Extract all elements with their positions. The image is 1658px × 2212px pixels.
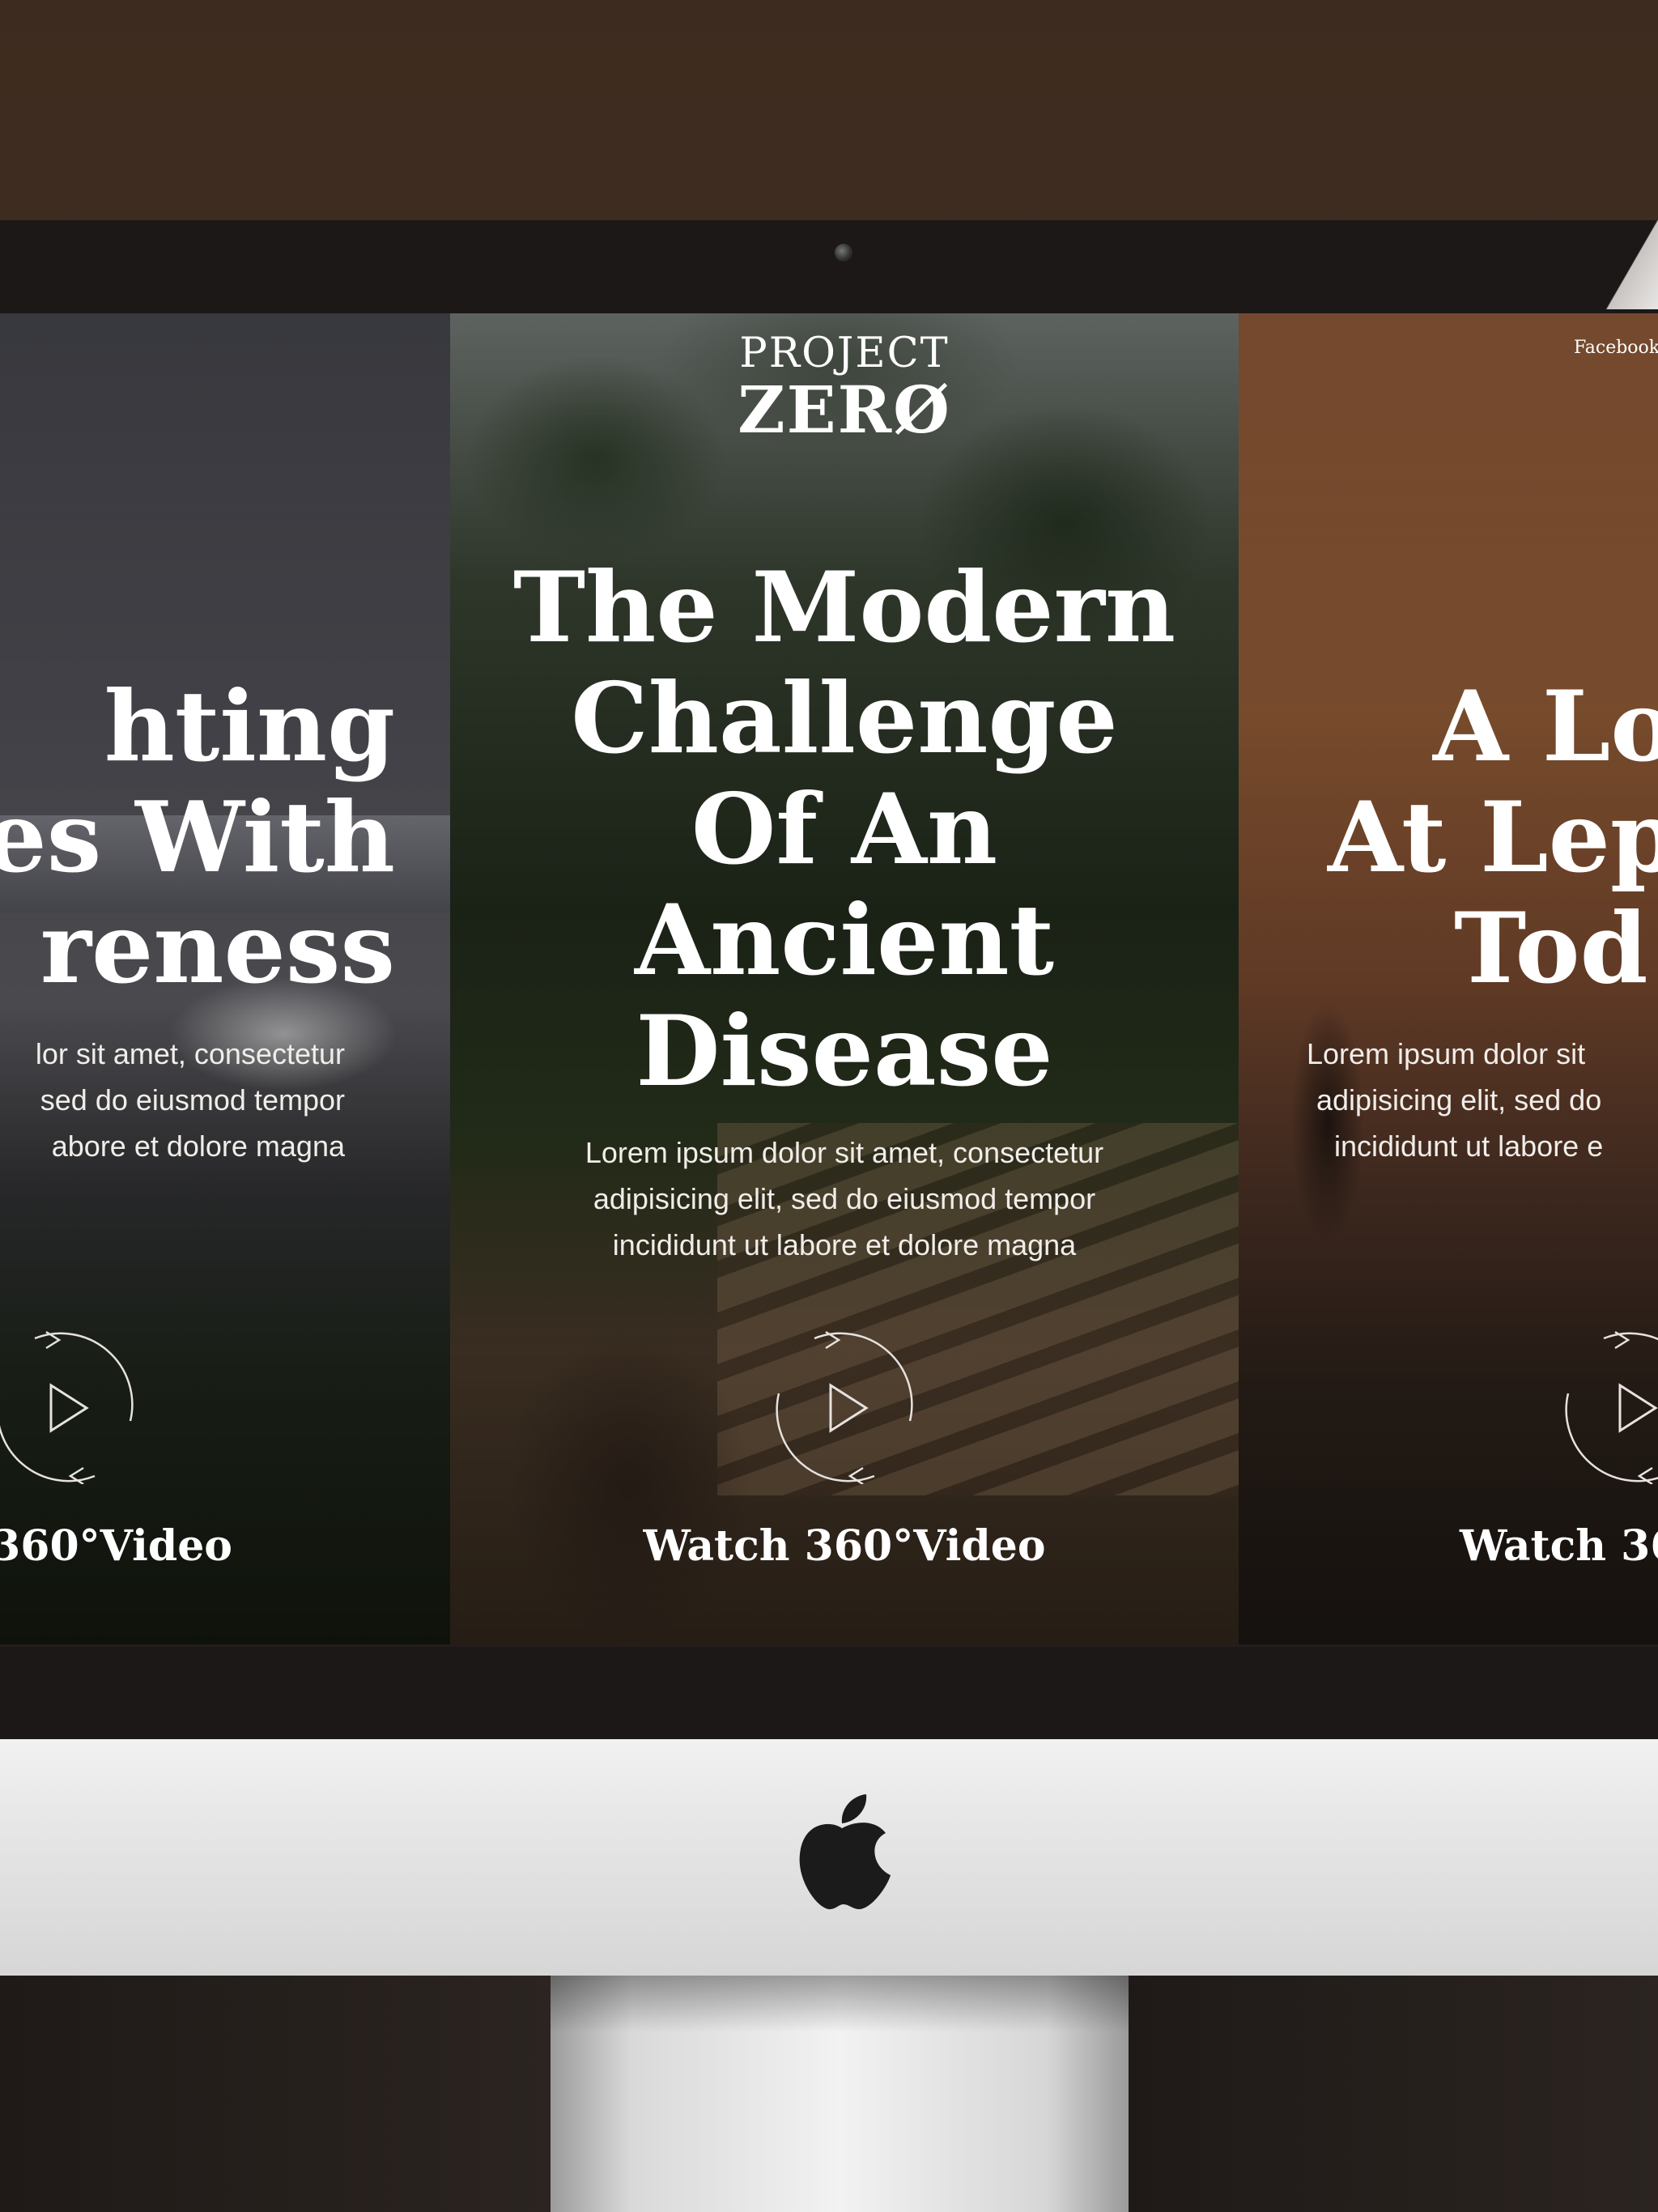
apple-logo-icon <box>799 1794 891 1910</box>
headline-line: At Lep <box>1328 781 1658 895</box>
body-line: Lorem ipsum dolor sit amet, consectetur <box>585 1136 1104 1169</box>
watch-video-link[interactable]: Watch 360 <box>1460 1521 1658 1571</box>
body-line: abore et dolore magna <box>51 1129 345 1163</box>
desk-right <box>1129 1976 1658 2212</box>
headline-line: Of An <box>691 772 998 887</box>
slide-center-body: Lorem ipsum dolor sit amet, consectetur … <box>450 1129 1239 1268</box>
monitor-bezel-corner <box>1593 220 1658 309</box>
headline-line: A Lo <box>1433 670 1658 784</box>
logo-project[interactable]: PROJECT <box>450 330 1239 377</box>
headline-line: Disease <box>636 994 1053 1108</box>
desk-left <box>0 1976 551 2212</box>
slide-center-headline: The Modern Challenge Of An Ancient Disea… <box>450 552 1239 1107</box>
headline-line: hting <box>104 670 395 784</box>
play-icon <box>1618 1383 1658 1433</box>
play-icon <box>829 1383 869 1433</box>
slide-center[interactable]: PROJECT ZERØ The Modern Challenge Of An … <box>450 313 1239 1644</box>
facebook-link[interactable]: Facebook <box>1574 338 1658 358</box>
slide-left[interactable]: hting es With reness lor sit amet, conse… <box>0 313 450 1644</box>
children-silhouette <box>450 1244 774 1644</box>
slide-right[interactable]: Facebook A Lo At Lep Tod Lorem ipsum dol… <box>1239 313 1658 1644</box>
refresh-arrows-icon <box>776 1330 913 1484</box>
slide-right-headline: A Lo At Lep Tod <box>1328 671 1658 1004</box>
camera-icon <box>835 244 852 262</box>
play-360-button[interactable] <box>767 1330 921 1484</box>
body-line: Lorem ipsum dolor sit <box>1307 1037 1586 1070</box>
play-360-button[interactable] <box>0 1330 142 1484</box>
watch-video-link[interactable]: Watch 360°Video <box>450 1521 1239 1571</box>
refresh-arrows-icon <box>0 1330 134 1484</box>
body-line: sed do eiusmod tempor <box>40 1083 345 1117</box>
headline-line: Tod <box>1454 891 1648 1006</box>
headline-line: Challenge <box>571 661 1118 776</box>
headline-line: reness <box>40 891 395 1006</box>
headline-line: The Modern <box>512 551 1176 665</box>
play-icon <box>49 1383 89 1433</box>
headline-line: es With <box>0 781 395 895</box>
play-360-button[interactable] <box>1557 1330 1658 1484</box>
logo-zero[interactable]: ZERØ <box>450 372 1239 448</box>
headline-line: Ancient <box>634 883 1055 998</box>
slide-left-headline: hting es With reness <box>0 671 395 1004</box>
body-line: incididunt ut labore e <box>1334 1129 1604 1163</box>
slide-right-body: Lorem ipsum dolor sit adipisicing elit, … <box>1307 1031 1604 1169</box>
refresh-arrows-icon <box>1565 1330 1658 1484</box>
slide-left-body: lor sit amet, consectetur sed do eiusmod… <box>36 1031 345 1169</box>
body-line: incididunt ut labore et dolore magna <box>612 1228 1077 1261</box>
stand-shadow <box>551 1976 1129 2032</box>
screen-bottom-edge <box>0 1644 1658 1647</box>
body-line: lor sit amet, consectetur <box>35 1037 345 1070</box>
body-line: adipisicing elit, sed do <box>1316 1083 1602 1117</box>
monitor-screen: hting es With reness lor sit amet, conse… <box>0 313 1658 1644</box>
body-line: adipisicing elit, sed do eiusmod tempor <box>593 1182 1096 1215</box>
watch-video-link[interactable]: h 360°Video <box>0 1521 232 1571</box>
